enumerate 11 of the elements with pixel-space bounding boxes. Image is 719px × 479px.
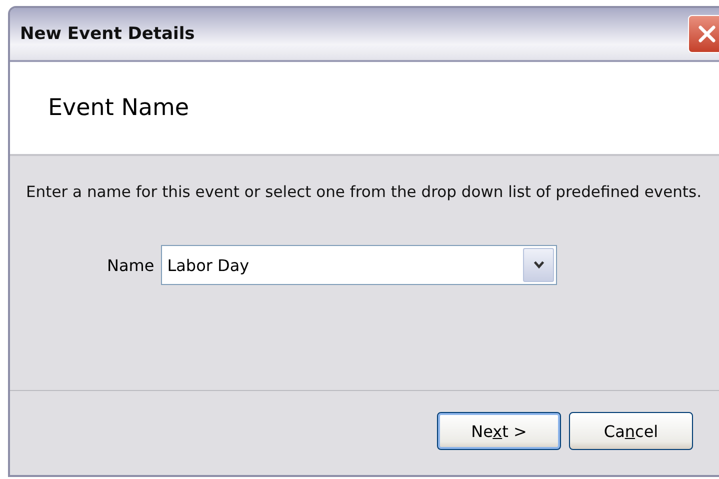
close-icon (696, 23, 718, 45)
instruction-text: Enter a name for this event or select one from the drop down list of predefined events. (26, 182, 703, 203)
name-combo-box[interactable]: Labor Day (161, 245, 558, 285)
chevron-down-icon (532, 260, 545, 270)
name-label: Name (107, 256, 154, 274)
dropdown-button[interactable] (523, 248, 554, 282)
page-heading: Event Name (48, 95, 190, 121)
next-button[interactable]: Next > (437, 412, 561, 450)
window-title: New Event Details (20, 24, 195, 44)
cancel-button[interactable]: Cancel (569, 412, 693, 450)
close-button[interactable] (688, 15, 719, 53)
